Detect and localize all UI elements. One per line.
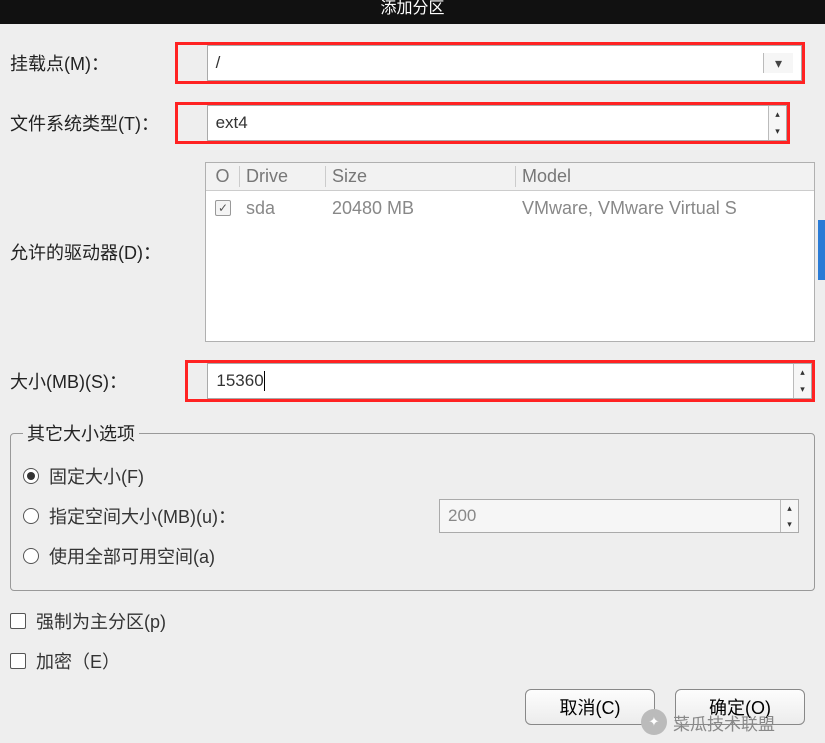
fs-type-row: 文件系统类型(T)： ext4 ▴▾ <box>10 102 815 144</box>
mount-point-label: 挂载点(M)： <box>10 50 185 76</box>
spinner-icon[interactable]: ▴▾ <box>793 364 811 398</box>
col-size: Size <box>326 166 516 187</box>
text-cursor <box>264 371 265 391</box>
force-primary-row[interactable]: 强制为主分区(p) <box>10 601 815 641</box>
other-size-legend: 其它大小选项 <box>23 420 139 446</box>
size-row: 大小(MB)(S)： 15360 ▴▾ <box>10 360 815 402</box>
spinner-icon[interactable]: ▴▾ <box>768 106 786 140</box>
drives-table[interactable]: O Drive Size Model ✓ sda 20480 MB VMware… <box>205 162 815 342</box>
size-value: 15360 <box>216 371 263 391</box>
size-label: 大小(MB)(S)： <box>10 368 185 394</box>
drives-header: O Drive Size Model <box>206 163 814 191</box>
mount-point-value: / <box>216 53 763 73</box>
fs-type-combo[interactable]: ext4 ▴▾ <box>207 105 787 141</box>
size-spinner[interactable]: 15360 ▴▾ <box>207 363 812 399</box>
radio-fill[interactable]: 使用全部可用空间(a) <box>23 536 802 576</box>
radio-upto[interactable]: 指定空间大小(MB)(u)： 200 ▴▾ <box>23 496 802 536</box>
chevron-down-icon[interactable] <box>763 53 793 73</box>
checkbox-icon <box>10 613 26 629</box>
upto-value: 200 <box>440 500 780 532</box>
radio-icon <box>23 508 39 524</box>
checkbox-icon <box>10 653 26 669</box>
table-row[interactable]: ✓ sda 20480 MB VMware, VMware Virtual S <box>206 191 814 225</box>
dialog-buttons: 取消(C) 确定(O) ✦ 菜瓜技术联盟 <box>10 681 815 735</box>
col-check: O <box>206 166 240 187</box>
drives-label: 允许的驱动器(D)： <box>10 239 205 265</box>
drive-size: 20480 MB <box>326 198 516 219</box>
fs-type-value: ext4 <box>208 106 768 140</box>
encrypt-label: 加密（E） <box>36 648 120 674</box>
spinner-icon: ▴▾ <box>780 500 798 532</box>
col-model: Model <box>516 166 814 187</box>
ok-button[interactable]: 确定(O) <box>675 689 805 725</box>
upto-spinner: 200 ▴▾ <box>439 499 799 533</box>
radio-icon <box>23 548 39 564</box>
radio-icon <box>23 468 39 484</box>
highlight-fs: ext4 ▴▾ <box>175 102 790 144</box>
highlight-size: 15360 ▴▾ <box>185 360 815 402</box>
cancel-button[interactable]: 取消(C) <box>525 689 655 725</box>
col-drive: Drive <box>240 166 326 187</box>
mount-point-combo[interactable]: / <box>207 45 802 81</box>
drive-name: sda <box>240 198 326 219</box>
radio-fixed[interactable]: 固定大小(F) <box>23 456 802 496</box>
dialog-titlebar: 添加分区 <box>0 0 825 24</box>
drive-model: VMware, VMware Virtual S <box>516 198 814 219</box>
drives-row: 允许的驱动器(D)： O Drive Size Model ✓ sda 204 <box>10 162 815 342</box>
radio-fixed-label: 固定大小(F) <box>49 463 144 489</box>
fs-type-label: 文件系统类型(T)： <box>10 110 200 136</box>
other-size-fieldset: 其它大小选项 固定大小(F) 指定空间大小(MB)(u)： 200 ▴▾ 使用全… <box>10 420 815 591</box>
drive-checkbox[interactable]: ✓ <box>215 200 231 216</box>
window-edge-hint <box>818 220 825 280</box>
radio-fill-label: 使用全部可用空间(a) <box>49 543 215 569</box>
radio-upto-label: 指定空间大小(MB)(u)： <box>49 503 429 529</box>
encrypt-row[interactable]: 加密（E） <box>10 641 815 681</box>
force-primary-label: 强制为主分区(p) <box>36 608 166 634</box>
dialog-title: 添加分区 <box>380 0 444 17</box>
highlight-mount: / <box>175 42 805 84</box>
mount-point-row: 挂载点(M)： / <box>10 42 815 84</box>
